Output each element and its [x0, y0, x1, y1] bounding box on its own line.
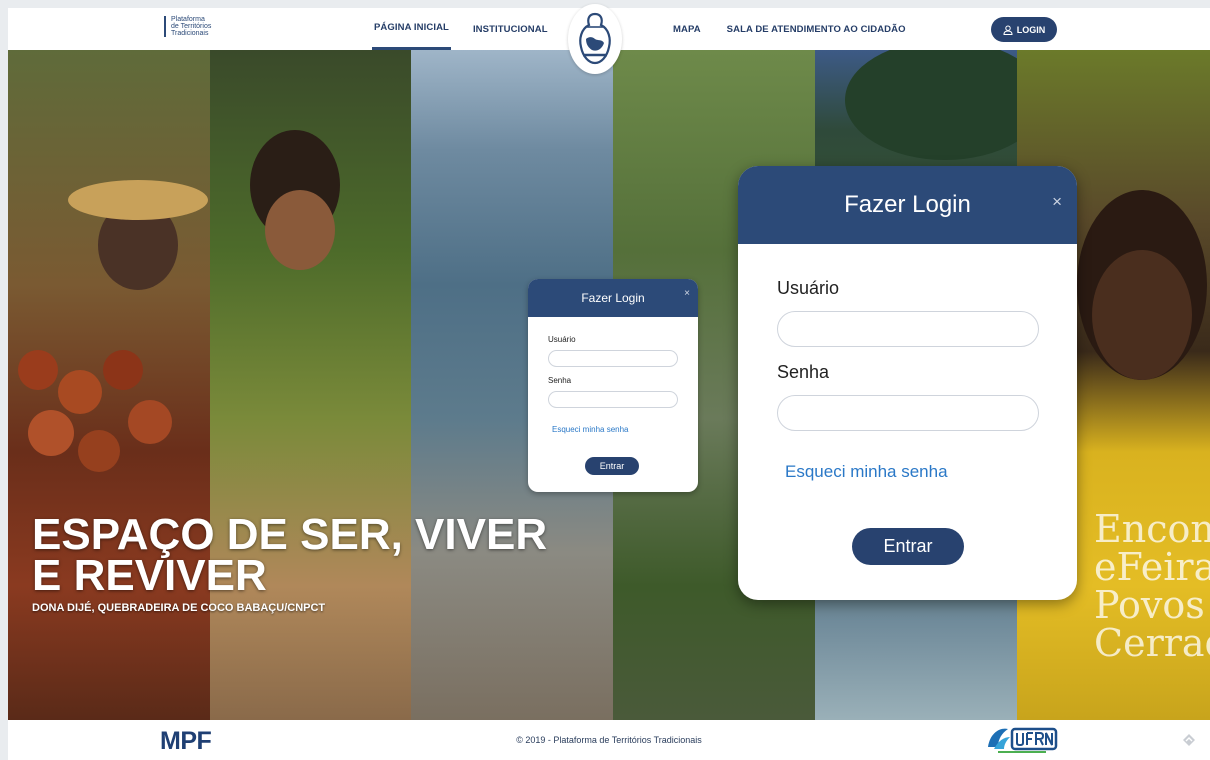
brand-line-1: Plataforma [171, 16, 205, 23]
login-modal-small-header: Fazer Login × [528, 279, 698, 317]
nav-left: PÁGINA INICIAL INSTITUCIONAL [372, 8, 550, 50]
poster-line-4: Cerrad [1094, 621, 1210, 662]
login-modal-small: Fazer Login × Usuário Senha Esqueci minh… [528, 279, 698, 492]
platform-emblem[interactable] [568, 4, 622, 74]
username-label: Usuário [548, 335, 576, 344]
username-input[interactable] [777, 311, 1039, 347]
nav-item-map[interactable]: MAPA [671, 8, 703, 50]
login-modal-small-title: Fazer Login [581, 291, 645, 305]
footer: MPF © 2019 - Plataforma de Territórios T… [8, 720, 1210, 760]
username-input[interactable] [548, 350, 678, 367]
password-label: Senha [548, 376, 572, 385]
poster-line-2: eFeira [1094, 545, 1210, 589]
nav-right: MAPA SALA DE ATENDIMENTO AO CIDADÃO [671, 8, 908, 50]
nav-item-service-room[interactable]: SALA DE ATENDIMENTO AO CIDADÃO [725, 8, 908, 50]
hero-photo-1 [8, 50, 210, 720]
nav-item-institutional[interactable]: INSTITUCIONAL [471, 8, 550, 50]
gourd-emblem-icon [579, 12, 611, 65]
close-icon[interactable]: × [1052, 192, 1062, 212]
login-modal-large-header: Fazer Login × [738, 166, 1077, 244]
password-input[interactable] [777, 395, 1039, 431]
brand-line-3: Tradicionais [171, 30, 209, 37]
nav-item-home[interactable]: PÁGINA INICIAL [372, 8, 451, 50]
hero-title-line-1: ESPAÇO DE SER, VIVER [32, 510, 548, 559]
login-button[interactable]: LOGIN [991, 17, 1057, 42]
poster-line-1: Encontr [1094, 510, 1210, 551]
platform-brand[interactable]: Plataforma de Territórios Tradicionais [164, 16, 234, 37]
user-icon [1003, 25, 1013, 35]
submit-button[interactable]: Entrar [585, 457, 639, 475]
hero-title-line-2: E REVIVER [32, 551, 267, 600]
university-logo-icon[interactable] [984, 723, 1060, 757]
close-icon[interactable]: × [684, 288, 690, 299]
submit-button[interactable]: Entrar [852, 528, 964, 565]
hero-subtitle: DONA DIJÉ, QUEBRADEIRA DE COCO BABAÇU/CN… [32, 602, 326, 614]
password-input[interactable] [548, 391, 678, 408]
poster-text: Encontr eFeira Povos Cerrad [1094, 510, 1210, 662]
password-label: Senha [777, 362, 830, 382]
login-modal-large-title: Fazer Login [844, 191, 971, 218]
forgot-password-link[interactable]: Esqueci minha senha [552, 425, 629, 434]
login-button-label: LOGIN [1016, 24, 1046, 35]
hero-photo-2 [210, 50, 411, 720]
poster-line-3: Povos [1094, 583, 1205, 627]
scroll-top-icon[interactable] [1182, 733, 1196, 747]
forgot-password-link[interactable]: Esqueci minha senha [785, 462, 948, 482]
hero-title: ESPAÇO DE SER, VIVER E REVIVER [32, 510, 552, 600]
brand-line-2: de Territórios [171, 23, 212, 30]
username-label: Usuário [777, 278, 840, 298]
login-modal-large: Fazer Login × Usuário Senha Esqueci minh… [738, 166, 1077, 600]
